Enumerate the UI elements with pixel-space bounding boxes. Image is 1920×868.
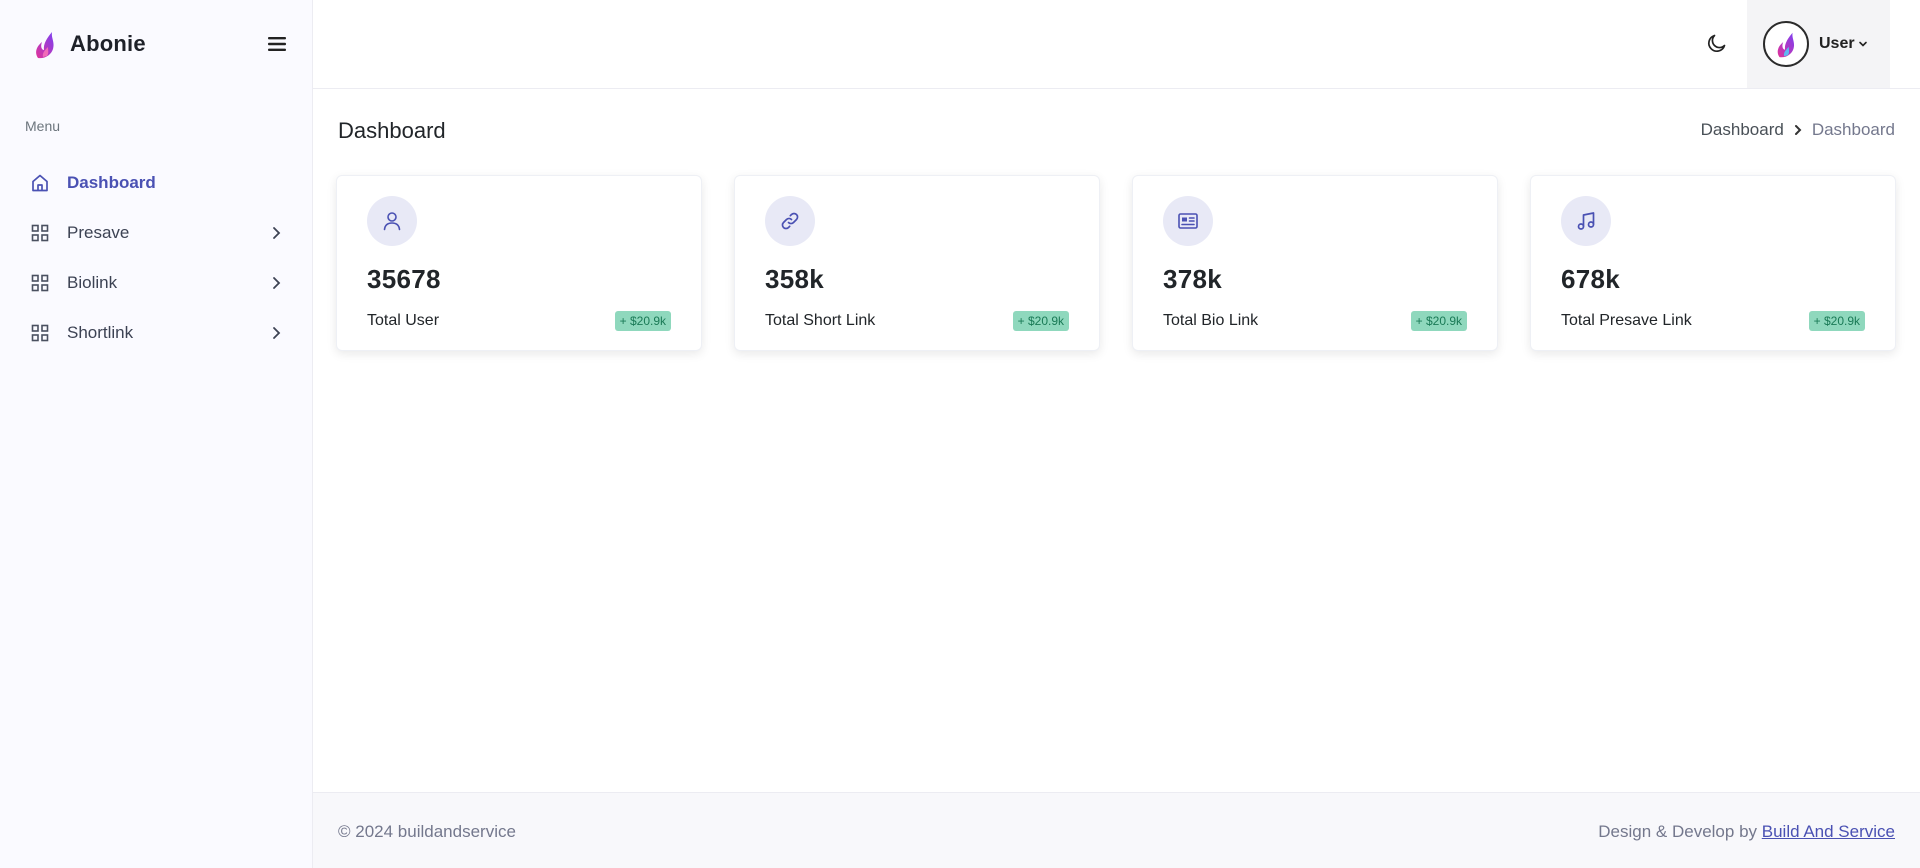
sidebar-item-biolink[interactable]: Biolink xyxy=(0,258,312,308)
home-icon xyxy=(30,173,50,193)
stat-card-total-presave-link: 678k Total Presave Link + $20.9k xyxy=(1530,175,1896,351)
link-icon xyxy=(765,196,815,246)
sidebar-item-label: Shortlink xyxy=(67,323,134,342)
newspaper-icon xyxy=(1163,196,1213,246)
credit-link[interactable]: Build And Service xyxy=(1762,822,1895,841)
breadcrumb-current: Dashboard xyxy=(1811,120,1895,139)
stat-label: Total Bio Link xyxy=(1163,312,1259,329)
chevron-down-icon xyxy=(1858,40,1868,48)
stat-badge: + $20.9k xyxy=(1410,311,1467,331)
chevron-right-icon xyxy=(1794,124,1802,136)
brand: Abonie xyxy=(0,0,312,88)
stat-badge: + $20.9k xyxy=(1012,311,1069,331)
sidebar-item-label: Presave xyxy=(67,223,130,242)
user-name: User xyxy=(1819,35,1855,52)
user-menu-button[interactable]: User xyxy=(1747,0,1890,88)
grid-icon xyxy=(30,273,50,293)
stat-label: Total User xyxy=(367,312,440,329)
stat-value: 678k xyxy=(1561,264,1621,294)
copyright-text: © 2024 buildandservice xyxy=(338,822,516,841)
chevron-right-icon xyxy=(268,225,284,241)
stat-value: 378k xyxy=(1163,264,1223,294)
stat-badge: + $20.9k xyxy=(1808,311,1865,331)
avatar xyxy=(1763,21,1809,67)
stat-card-total-bio-link: 378k Total Bio Link + $20.9k xyxy=(1132,175,1498,351)
menu-toggle-icon[interactable] xyxy=(264,31,290,57)
sidebar-item-label: Dashboard xyxy=(67,173,156,192)
stat-card-total-user: 35678 Total User + $20.9k xyxy=(336,175,702,351)
flame-logo-icon[interactable] xyxy=(30,27,60,61)
stat-value: 358k xyxy=(765,264,825,294)
brand-name: Abonie xyxy=(70,31,146,56)
topbar: User xyxy=(313,0,1920,89)
page-title: Dashboard xyxy=(338,118,446,143)
stat-card-total-short-link: 358k Total Short Link + $20.9k xyxy=(734,175,1100,351)
grid-icon xyxy=(30,323,50,343)
breadcrumb: Dashboard Dashboard xyxy=(1701,120,1895,140)
stat-badge: + $20.9k xyxy=(614,311,671,331)
sidebar-item-dashboard[interactable]: Dashboard xyxy=(0,158,312,208)
footer: © 2024 buildandservice Design & Develop … xyxy=(313,792,1920,868)
sidebar-item-shortlink[interactable]: Shortlink xyxy=(0,308,312,358)
credit-prefix: Design & Develop by xyxy=(1598,822,1762,841)
sidebar: Abonie Menu Dashboard Presave Biolink Sh… xyxy=(0,0,313,868)
breadcrumb-link[interactable]: Dashboard xyxy=(1701,120,1784,140)
sidebar-menu: Dashboard Presave Biolink Shortlink xyxy=(0,158,312,358)
stat-label: Total Presave Link xyxy=(1561,312,1692,329)
user-icon xyxy=(367,196,417,246)
chevron-right-icon xyxy=(268,275,284,291)
footer-credit: Design & Develop by Build And Service xyxy=(1598,822,1895,842)
music-icon xyxy=(1561,196,1611,246)
moon-icon[interactable] xyxy=(1704,30,1730,56)
stat-value: 35678 xyxy=(367,264,441,294)
sidebar-item-presave[interactable]: Presave xyxy=(0,208,312,258)
sidebar-item-label: Biolink xyxy=(67,273,118,292)
chevron-right-icon xyxy=(268,325,284,341)
grid-icon xyxy=(30,223,50,243)
stat-label: Total Short Link xyxy=(765,312,876,329)
